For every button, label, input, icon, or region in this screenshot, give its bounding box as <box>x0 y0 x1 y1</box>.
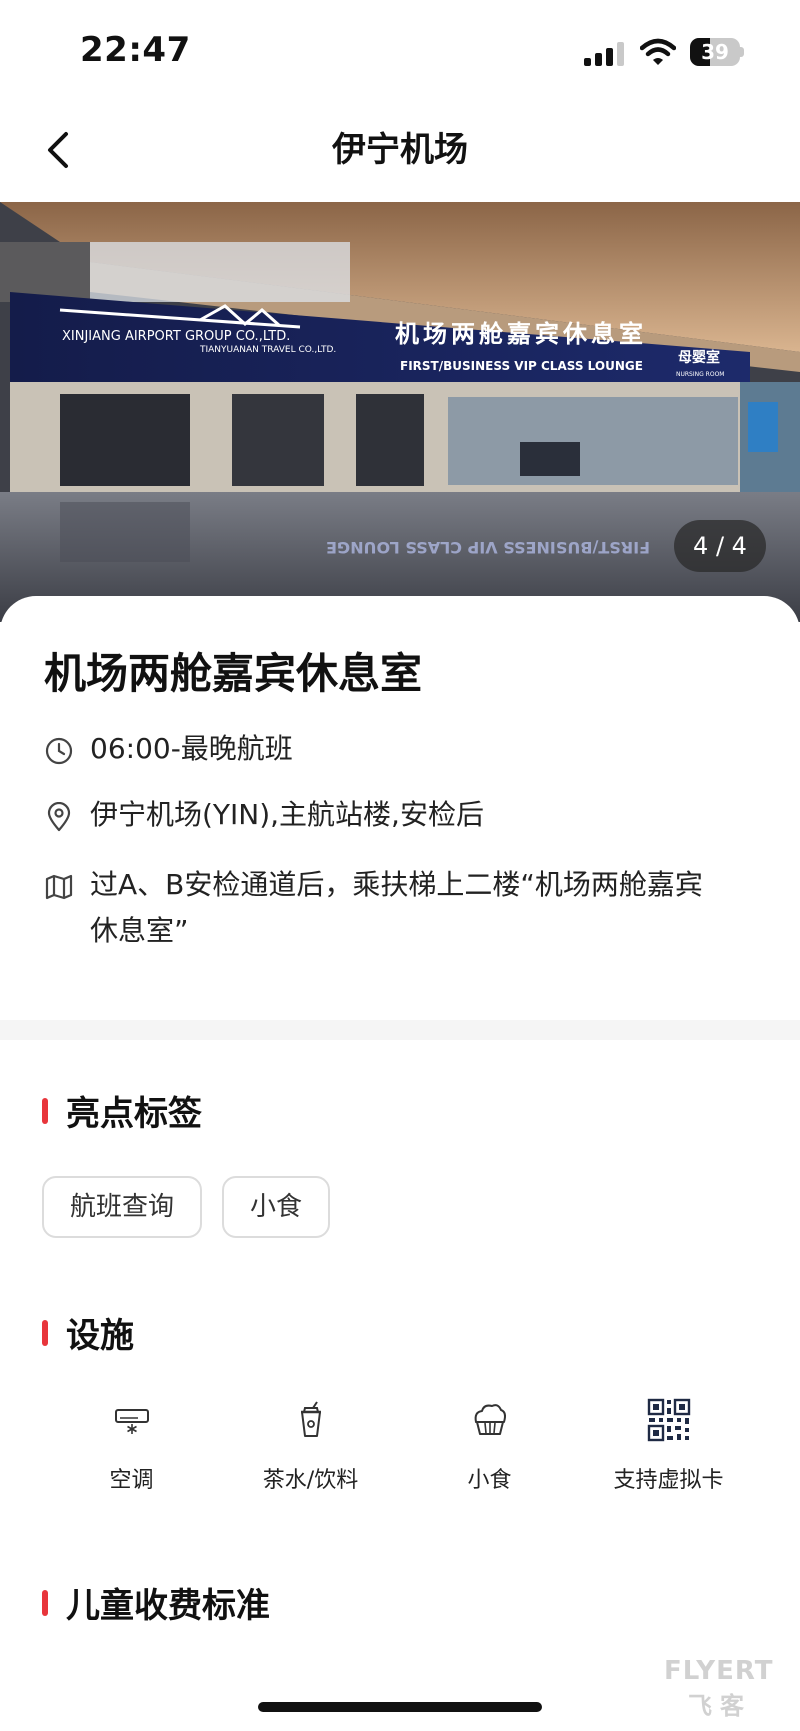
battery-indicator: 39 <box>690 38 744 66</box>
lounge-name: 机场两舱嘉宾休息室 <box>44 649 423 698</box>
facilities-header: 设施 <box>42 1308 134 1357</box>
section-accent-bar <box>42 1097 48 1124</box>
children-fee-title: 儿童收费标准 <box>66 1586 270 1626</box>
facility-label: 空调 <box>109 1468 154 1493</box>
location-row: 伊宁机场(YIN),主航站楼,安检后 <box>44 798 756 838</box>
lounge-info-card: 机场两舱嘉宾休息室 06:00-最晚航班 伊宁机场(YIN),主航站楼,安检后 … <box>0 596 800 1018</box>
wifi-icon <box>640 38 676 65</box>
status-bar: 22:47 39 <box>0 0 800 100</box>
lounge-photo-gallery[interactable]: XINJIANG AIRPORT GROUP CO.,LTD. TIANYUAN… <box>0 202 800 622</box>
image-counter: 4 / 4 <box>674 520 766 572</box>
facility-air-conditioning: 空调 <box>42 1396 221 1494</box>
section-accent-bar <box>42 1319 48 1346</box>
photo-sign-nursing: 母婴室 <box>678 349 720 366</box>
qr-code-icon <box>647 1398 690 1442</box>
highlights-header: 亮点标签 <box>42 1086 202 1135</box>
watermark-line2: 飞客 <box>688 1692 752 1720</box>
nav-bar: 伊宁机场 <box>0 100 800 200</box>
drink-cup-icon <box>300 1401 321 1437</box>
directions-row: 过A、B安检通道后，乘扶梯上二楼“机场两舱嘉宾休息室” <box>44 868 756 954</box>
clock-icon <box>45 737 73 765</box>
snack-icon <box>474 1404 506 1435</box>
battery-percent: 39 <box>701 40 729 64</box>
section-divider <box>0 1020 800 1040</box>
section-accent-bar <box>42 1589 48 1616</box>
children-fee-header: 儿童收费标准 <box>42 1578 270 1627</box>
facilities-list: 空调 茶水/饮料 小食 支持虚拟卡 <box>42 1396 758 1494</box>
facility-label: 茶水/饮料 <box>262 1468 359 1493</box>
watermark-line1: FLYERT <box>664 1656 774 1686</box>
photo-sign-chinese: 机场两舱嘉宾休息室 <box>395 320 647 348</box>
status-time: 22:47 <box>80 30 191 70</box>
air-conditioner-icon <box>114 1409 149 1434</box>
highlight-tag: 小食 <box>222 1176 331 1238</box>
cellular-signal-icon <box>584 42 624 66</box>
facility-label: 小食 <box>467 1468 512 1493</box>
photo-sign-company: XINJIANG AIRPORT GROUP CO.,LTD. <box>62 329 290 344</box>
photo-sign-english: FIRST/BUSINESS VIP CLASS LOUNGE <box>400 359 643 373</box>
page-title: 伊宁机场 <box>332 130 468 170</box>
lounge-directions: 过A、B安检通道后，乘扶梯上二楼“机场两舱嘉宾休息室” <box>90 868 703 947</box>
facility-snacks: 小食 <box>400 1396 579 1494</box>
facility-label: 支持虚拟卡 <box>613 1468 724 1493</box>
map-icon <box>45 874 73 900</box>
home-indicator <box>258 1702 542 1712</box>
facility-virtual-card: 支持虚拟卡 <box>579 1396 758 1494</box>
lounge-location: 伊宁机场(YIN),主航站楼,安检后 <box>90 798 484 831</box>
facilities-title: 设施 <box>66 1316 134 1356</box>
opening-hours: 06:00-最晚航班 <box>90 732 293 765</box>
hours-row: 06:00-最晚航班 <box>44 732 756 772</box>
photo-sign-nursing-en: NURSING ROOM <box>676 371 724 378</box>
highlights-title: 亮点标签 <box>66 1094 202 1134</box>
photo-sign-reflection: FIRST/BUSINESS VIP CLASS LOUNGE <box>326 538 650 557</box>
highlight-tag: 航班查询 <box>42 1176 203 1238</box>
highlight-tags: 航班查询 小食 <box>42 1176 350 1238</box>
photo-sign-travel: TIANYUANAN TRAVEL CO.,LTD. <box>199 345 336 355</box>
facility-drinks: 茶水/饮料 <box>221 1396 400 1494</box>
flyert-watermark: FLYERT 飞客 <box>664 1656 773 1721</box>
location-pin-icon <box>47 802 71 832</box>
